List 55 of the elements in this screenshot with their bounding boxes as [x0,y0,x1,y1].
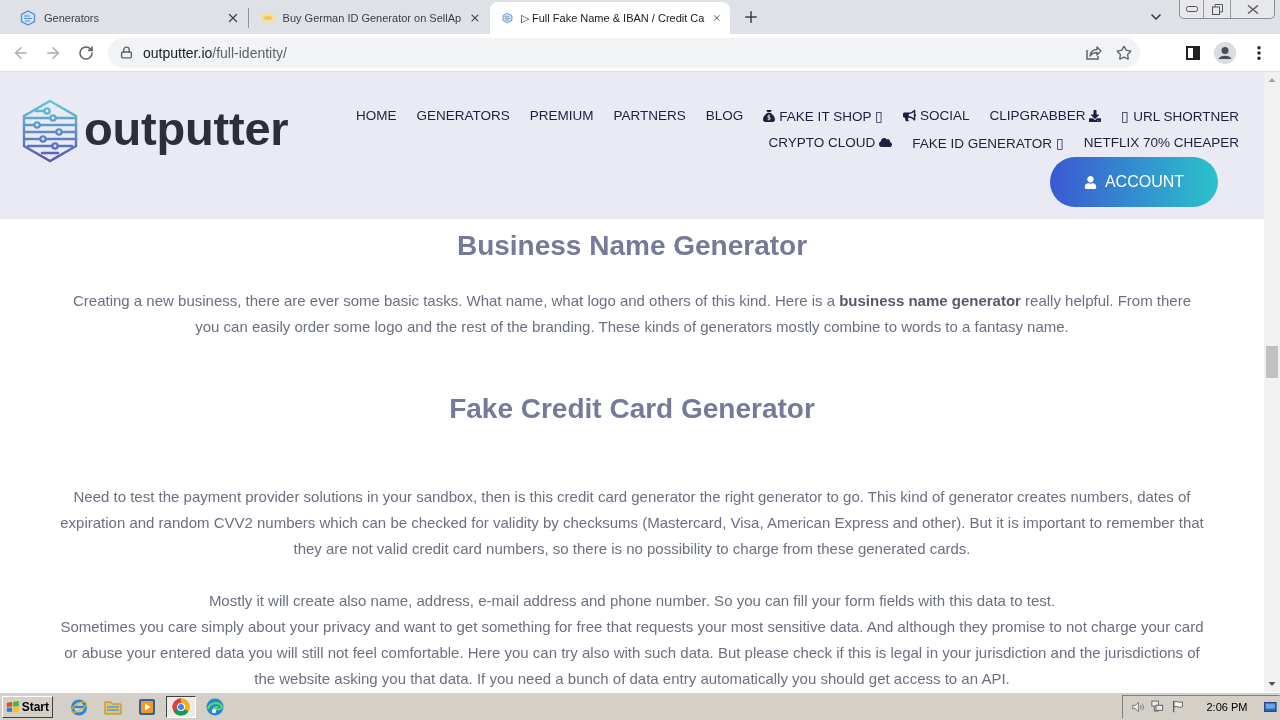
start-button[interactable]: Start [2,695,53,718]
url-text[interactable]: outputter.io/full-identity/ [143,44,287,61]
hexagon-favicon-icon [20,10,36,26]
clock-text: 2:06 PM [1206,700,1248,713]
nav-link[interactable]: BLOG [705,108,744,123]
show-desktop-icon[interactable] [1264,700,1277,713]
new-tab-plus-icon[interactable] [742,8,760,26]
nav-link[interactable]: SOCIAL [902,108,970,123]
taskbar-app-button[interactable] [166,695,196,718]
network-icon[interactable] [1151,699,1165,714]
scrollbar-thumb[interactable] [1266,346,1278,378]
section-heading: Fake Credit Card Generator [448,392,816,426]
nav-link[interactable]: PARTNERS [613,108,686,123]
speaker-icon[interactable] [1131,699,1145,714]
nav-link[interactable]: ▯ URL SHORTNER [1121,107,1239,124]
share-icon[interactable] [1086,45,1102,60]
browser-tab[interactable]: Buy German ID Generator on SellAp [249,2,489,34]
side-panel-icon[interactable] [1186,45,1200,60]
money-bag-icon [763,109,776,122]
lock-icon [120,46,133,59]
nav-link[interactable]: FAKE ID GENERATOR ▯ [912,134,1064,151]
nav-link[interactable]: PREMIUM [529,108,594,123]
megaphone-icon [902,109,916,122]
paragraph-text: Need to test the payment provider solutions in your sandbox, then is this credit card generator the right generator to go. This kind of generator creates numbers, dates of expiration and random CVV2 numbers which can be checked for validity by checksums (Mastercard, Visa, American Express and other). But it is important to remember that they are not valid credit card numbers, so there is no possibility to charge from these generated cards. [60,487,1204,559]
flag-icon[interactable] [1171,699,1184,714]
close-icon[interactable] [226,11,240,25]
cloud-icon [879,136,893,149]
minimize-icon [1185,6,1198,12]
paragraph-text: Creating a new business, there are ever some basic tasks. What name, what logo and others of this kind. Here is a business name generator really helpful. From there you can easily order some logo and the rest of the branding. These kinds of generators mostly combine to words to a fantasy name. [72,291,1192,337]
paragraph-text: Sometimes you care simply about your privacy and want to get something for free that requests your most sensitive data. And although they promise to not charge your card or abuse your entered data you will still not feel comfortable. Here you can try also with such data. But please check if this is legal in your jurisdiction and the jurisdictions of the website asking you that data. If you need a bunch of data entry automatically you should get access to an API. [60,617,1204,689]
store-favicon-icon [261,13,275,23]
browser-tab[interactable]: Generators [8,2,248,34]
bookmark-star-icon[interactable] [1116,44,1132,61]
nav-link[interactable]: CLIPGRABBER [989,108,1102,123]
round-browser-icon[interactable] [172,697,190,716]
nav-link[interactable]: GENERATORS [416,108,510,123]
close-icon [1246,4,1259,14]
user-icon [1083,175,1097,189]
section-heading: Business Name Generator [455,229,809,263]
profile-avatar-icon[interactable] [1214,41,1236,64]
wave-browser-icon[interactable] [206,697,224,716]
nav-link[interactable]: CRYPTO CLOUD [768,135,893,150]
address-bar[interactable]: outputter.io/full-identity/ [108,37,1140,68]
windows-flag-icon [6,699,20,714]
hexagon-circuit-logo-icon [22,99,78,163]
play-tile-icon[interactable] [138,697,156,716]
restore-icon [1211,3,1223,15]
browser-tab[interactable]: ▷ Full Fake Name & IBAN / Credit Ca [490,2,730,34]
nav-link[interactable]: FAKE IT SHOP ▯ [763,107,883,124]
download-icon [1089,109,1102,122]
nav-link[interactable]: NETFLIX 70% CHEAPER [1083,135,1239,150]
reload-icon[interactable] [78,44,94,61]
paragraph-text: Mostly it will create also name, address, e-mail address and phone number. So you can fill your form fields with this data to test. [207,591,1057,611]
nav-link[interactable]: HOME [356,108,397,123]
hexagon-favicon-icon [502,10,513,26]
